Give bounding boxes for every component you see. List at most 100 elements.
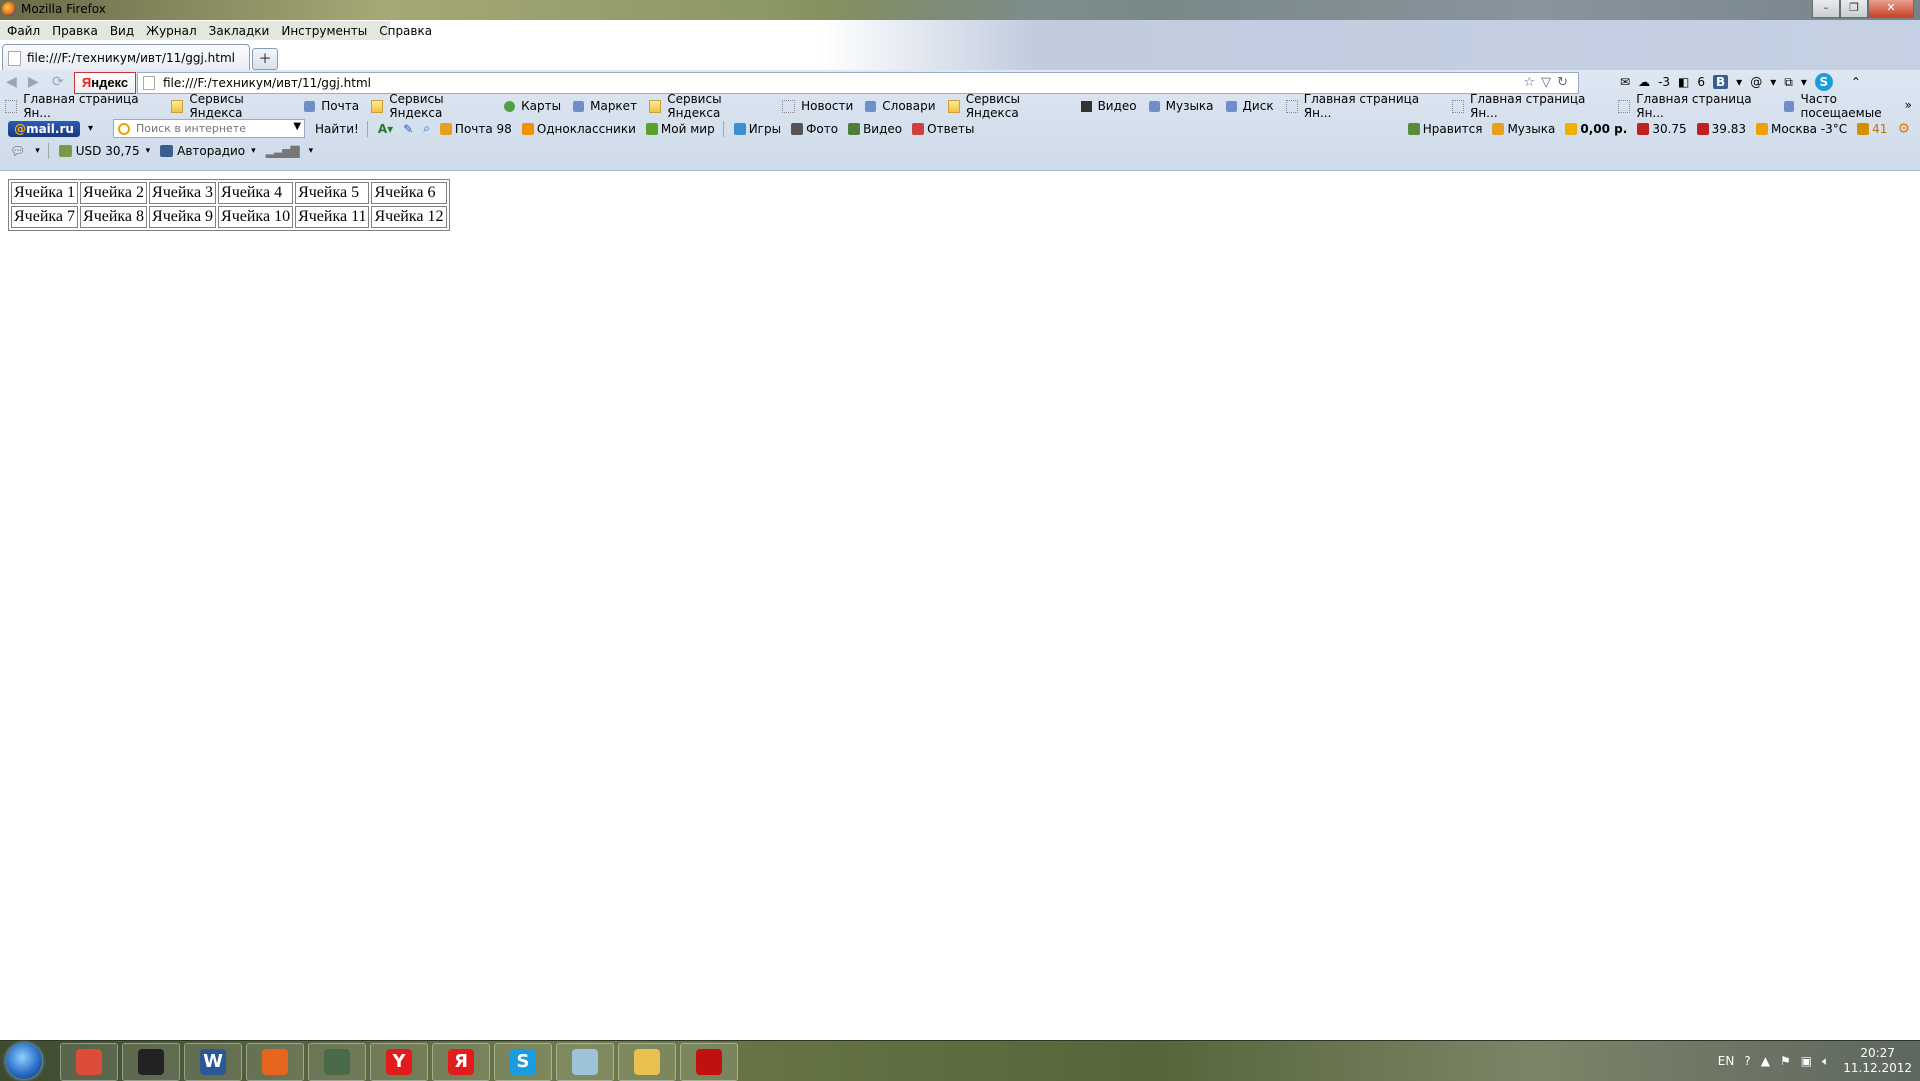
chevron-down-icon[interactable]: ▾	[1770, 75, 1776, 89]
taskbar-app[interactable]	[60, 1043, 118, 1081]
volume-icon[interactable]: 🔈︎	[1822, 1054, 1829, 1069]
bookmark-item[interactable]: Музыка	[1144, 99, 1214, 113]
bookmark-item[interactable]: Главная страница Ян...	[1447, 92, 1606, 120]
star-icon[interactable]: ☆	[1523, 75, 1541, 90]
toolbar-item-wallet[interactable]: 0,00 р.	[1565, 122, 1627, 136]
new-tab-button[interactable]: +	[252, 48, 278, 70]
search-input[interactable]	[136, 122, 287, 135]
bookmark-item[interactable]: Главная страница Ян...	[1613, 92, 1772, 120]
history-dropdown-icon[interactable]: ▽	[1541, 75, 1557, 90]
bookmark-item[interactable]: Часто посещаемые	[1779, 92, 1913, 120]
signal-icon[interactable]: ▂▃▅▇	[266, 144, 300, 158]
chevron-down-icon[interactable]: ▾	[88, 123, 93, 134]
toolbar-item-video[interactable]: Видео	[848, 122, 902, 136]
bookmark-item[interactable]: Сервисы Яндекса	[943, 92, 1069, 120]
firefox-icon[interactable]	[2, 2, 16, 16]
vk-icon[interactable]: B	[1713, 75, 1729, 89]
spellcheck-icon[interactable]: A▾	[378, 122, 393, 136]
bookmark-item[interactable]: Диск	[1221, 99, 1274, 113]
menu-help[interactable]: Справка	[379, 24, 432, 38]
mailru-logo[interactable]: @mail.ru	[8, 120, 80, 137]
taskbar-app[interactable]	[618, 1043, 676, 1081]
url-input[interactable]	[163, 76, 1463, 90]
menu-edit[interactable]: Правка	[52, 24, 98, 38]
chevron-down-icon[interactable]: ▾	[1801, 75, 1807, 89]
bookmark-item[interactable]: Маркет	[568, 99, 637, 113]
minimize-button[interactable]: –	[1812, 0, 1840, 18]
bookmark-item[interactable]: Главная страница Ян...	[1281, 92, 1440, 120]
bookmark-item[interactable]: Словари	[860, 99, 936, 113]
menu-history[interactable]: Журнал	[146, 24, 197, 38]
close-button[interactable]: ✕	[1868, 0, 1914, 18]
taskbar-app[interactable]: W	[184, 1043, 242, 1081]
bookmark-item[interactable]: Почта	[299, 99, 359, 113]
toolbar-item-answers[interactable]: Ответы	[912, 122, 975, 136]
chevron-right-icon[interactable]: »	[1905, 98, 1912, 112]
bookmark-item[interactable]: Сервисы Яндекса	[166, 92, 292, 120]
weather-icon[interactable]: ☁	[1638, 75, 1650, 89]
taskbar-app[interactable]: Y	[370, 1043, 428, 1081]
help-icon[interactable]: ?	[1744, 1054, 1750, 1068]
bookmark-item[interactable]: Карты	[499, 99, 561, 113]
addon-icon[interactable]: ⧉	[1784, 75, 1793, 90]
currency-widget[interactable]: USD 30,75 ▾	[58, 144, 150, 158]
find-button[interactable]: Найти!	[315, 122, 359, 136]
toolbar-item-weather[interactable]: Москва -3°C	[1756, 122, 1847, 136]
chevron-down-icon[interactable]: ▼	[293, 121, 301, 132]
chevron-down-icon[interactable]: ▾	[309, 146, 314, 156]
taskbar-app[interactable]	[680, 1043, 738, 1081]
taskbar-app[interactable]	[556, 1043, 614, 1081]
taskbar-app[interactable]: Я	[432, 1043, 490, 1081]
toolbar-item-like[interactable]: Нравится	[1407, 122, 1482, 136]
chat-icon[interactable]: 💬︎	[10, 144, 25, 158]
reload-icon[interactable]: ↻	[1557, 75, 1574, 90]
mail-icon[interactable]: ✉	[1620, 75, 1630, 89]
notifications-icon[interactable]: ◧	[1678, 75, 1689, 89]
skype-icon[interactable]: S	[1814, 73, 1833, 91]
find-in-page-icon[interactable]: ⌕	[423, 121, 430, 136]
menu-view[interactable]: Вид	[110, 24, 134, 38]
taskbar-app[interactable]: S	[494, 1043, 552, 1081]
toolbar-item-eur[interactable]: 39.83	[1696, 122, 1746, 136]
yandex-button[interactable]: Яндекс	[74, 72, 136, 94]
start-button[interactable]	[6, 1043, 42, 1079]
menu-bookmarks[interactable]: Закладки	[209, 24, 270, 38]
bookmark-item[interactable]: Главная страница Ян...	[0, 92, 159, 120]
menu-file[interactable]: Файл	[7, 24, 40, 38]
taskbar-app[interactable]	[246, 1043, 304, 1081]
chevron-up-icon[interactable]: ▲	[1761, 1054, 1770, 1068]
bookmark-item[interactable]: Сервисы Яндекса	[366, 92, 492, 120]
maximize-button[interactable]: ❐	[1840, 0, 1868, 18]
toolbar-item-mail[interactable]: Почта 98	[439, 122, 512, 136]
menu-tools[interactable]: Инструменты	[281, 24, 367, 38]
toolbar-item-music[interactable]: Музыка	[1492, 122, 1555, 136]
address-bar[interactable]: ☆▽↻	[137, 72, 1579, 94]
tab-current[interactable]: file:///F:/техникум/ивт/11/ggj.html	[2, 44, 250, 71]
bookmark-item[interactable]: Новости	[777, 99, 853, 113]
toolbar-item-games[interactable]: Игры	[733, 122, 781, 136]
arrow-up-icon[interactable]: ⌃	[1851, 75, 1861, 89]
highlight-icon[interactable]: ✎	[403, 122, 413, 136]
taskbar-app[interactable]	[122, 1043, 180, 1081]
chevron-down-icon[interactable]: ▾	[35, 146, 40, 156]
forward-arrow-icon[interactable]: ▶	[28, 74, 39, 90]
toolbar-item-odnoklassniki[interactable]: Одноклассники	[521, 122, 636, 136]
radio-widget[interactable]: Авторадио ▾	[160, 144, 256, 158]
flag-icon[interactable]: ⚑	[1780, 1054, 1791, 1068]
chevron-down-icon[interactable]: ▾	[1736, 75, 1742, 89]
taskbar-app[interactable]	[308, 1043, 366, 1081]
web-search-box[interactable]: ▼	[113, 119, 306, 138]
back-arrow-icon[interactable]: ◀	[6, 74, 17, 90]
toolbar-item-my-world[interactable]: Мой мир	[645, 122, 715, 136]
toolbar-item-usd[interactable]: 30.75	[1637, 122, 1687, 136]
language-indicator[interactable]: EN	[1718, 1054, 1735, 1068]
network-icon[interactable]: ▣	[1801, 1054, 1812, 1068]
at-icon[interactable]: @	[1750, 75, 1762, 89]
clock[interactable]: 20:27 11.12.2012	[1843, 1046, 1912, 1076]
settings-gear-icon[interactable]: ⚙	[1897, 121, 1910, 137]
toolbar-item-photo[interactable]: Фото	[791, 122, 838, 136]
bookmark-item[interactable]: Видео	[1076, 99, 1137, 113]
toolbar-item-game[interactable]: 41	[1857, 122, 1887, 136]
reload-icon[interactable]: ⟳	[52, 74, 64, 90]
bookmark-item[interactable]: Сервисы Яндекса	[644, 92, 770, 120]
